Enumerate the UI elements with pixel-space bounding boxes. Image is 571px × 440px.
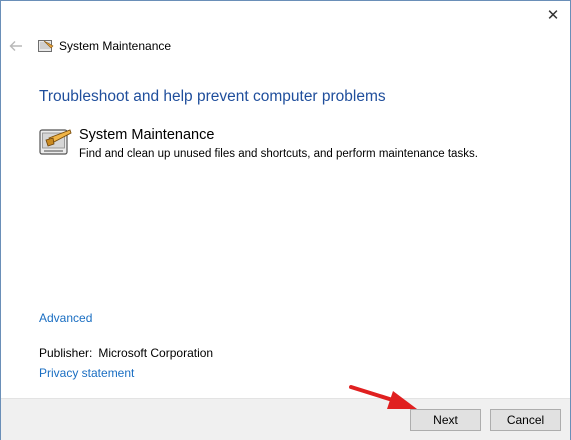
advanced-link[interactable]: Advanced — [39, 311, 92, 325]
close-icon: ✕ — [546, 6, 560, 24]
publisher-row: Publisher: Microsoft Corporation — [39, 346, 213, 360]
maintenance-tool-icon — [39, 129, 72, 155]
footer-bar: Next Cancel — [1, 398, 570, 440]
tool-description: Find and clean up unused files and short… — [79, 148, 478, 160]
troubleshooter-app-icon — [38, 40, 54, 52]
page-heading: Troubleshoot and help prevent computer p… — [39, 88, 386, 105]
back-arrow-icon — [9, 41, 22, 51]
back-button[interactable] — [7, 37, 25, 55]
tool-name: System Maintenance — [79, 127, 215, 143]
window-title: System Maintenance — [59, 39, 172, 53]
privacy-statement-link[interactable]: Privacy statement — [39, 366, 134, 380]
publisher-value: Microsoft Corporation — [98, 346, 214, 360]
next-button[interactable]: Next — [410, 409, 481, 431]
cancel-button[interactable]: Cancel — [490, 409, 561, 431]
close-button[interactable]: ✕ — [542, 4, 564, 26]
troubleshooter-window: ✕ System Maintenance Troubleshoot and he… — [0, 0, 571, 440]
publisher-label: Publisher: — [39, 346, 93, 360]
